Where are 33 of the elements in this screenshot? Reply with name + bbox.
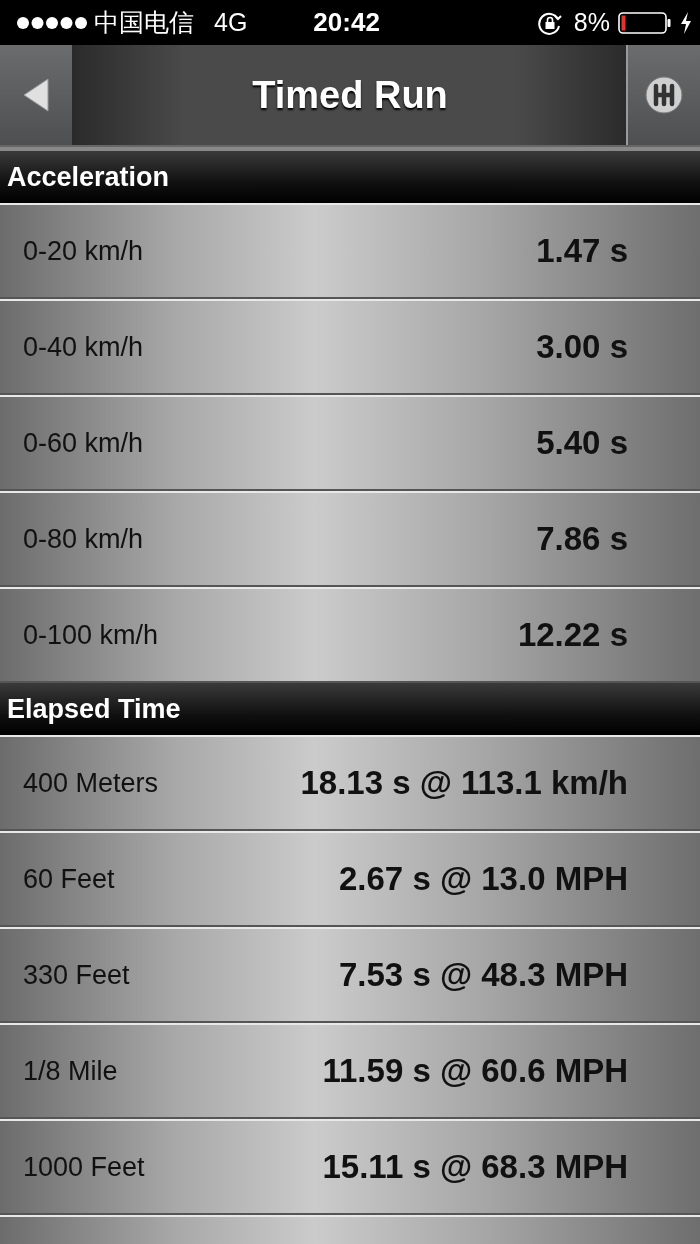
row-value: 1.47 s	[536, 232, 628, 270]
gear-shift-button[interactable]	[626, 45, 700, 145]
back-arrow-icon	[22, 77, 50, 113]
row-value: 7.53 s @ 48.3 MPH	[339, 956, 628, 994]
row-label: 0-20 km/h	[23, 235, 144, 267]
nav-title: Timed Run	[74, 45, 626, 145]
row-value: 3.00 s	[536, 328, 628, 366]
battery-percent: 8%	[573, 8, 610, 37]
row-label: 60 Feet	[23, 863, 115, 895]
row-value: 7.86 s	[536, 520, 628, 558]
charging-icon	[680, 11, 692, 34]
row-label: 400 Meters	[23, 767, 159, 799]
rotation-lock-icon	[537, 10, 562, 35]
signal-icon	[16, 15, 88, 30]
row-value: 2.67 s @ 13.0 MPH	[339, 860, 628, 898]
network-type: 4G	[214, 8, 248, 37]
row-label: 330 Feet	[23, 959, 130, 991]
row-label: 0-60 km/h	[23, 427, 144, 459]
row-label: 0-40 km/h	[23, 331, 144, 363]
carrier-name: 中国电信	[94, 7, 194, 38]
row-label: 0-80 km/h	[23, 523, 144, 555]
row-value: 12.22 s	[517, 616, 628, 654]
row-label: 1/8 Mile	[23, 1055, 118, 1087]
status-time: 20:42	[313, 7, 380, 38]
row-value: 18.13 s @ 113.1 km/h	[300, 764, 628, 802]
battery-icon	[618, 10, 674, 35]
gear-shift-icon	[645, 76, 683, 114]
row-value: 5.40 s	[536, 424, 628, 462]
row-value: 11.59 s @ 60.6 MPH	[322, 1052, 628, 1090]
row-value: 15.11 s @ 68.3 MPH	[322, 1148, 628, 1186]
row-label: 1000 Feet	[23, 1151, 145, 1183]
back-button[interactable]	[0, 45, 74, 145]
row-label: 0-100 km/h	[23, 619, 159, 651]
